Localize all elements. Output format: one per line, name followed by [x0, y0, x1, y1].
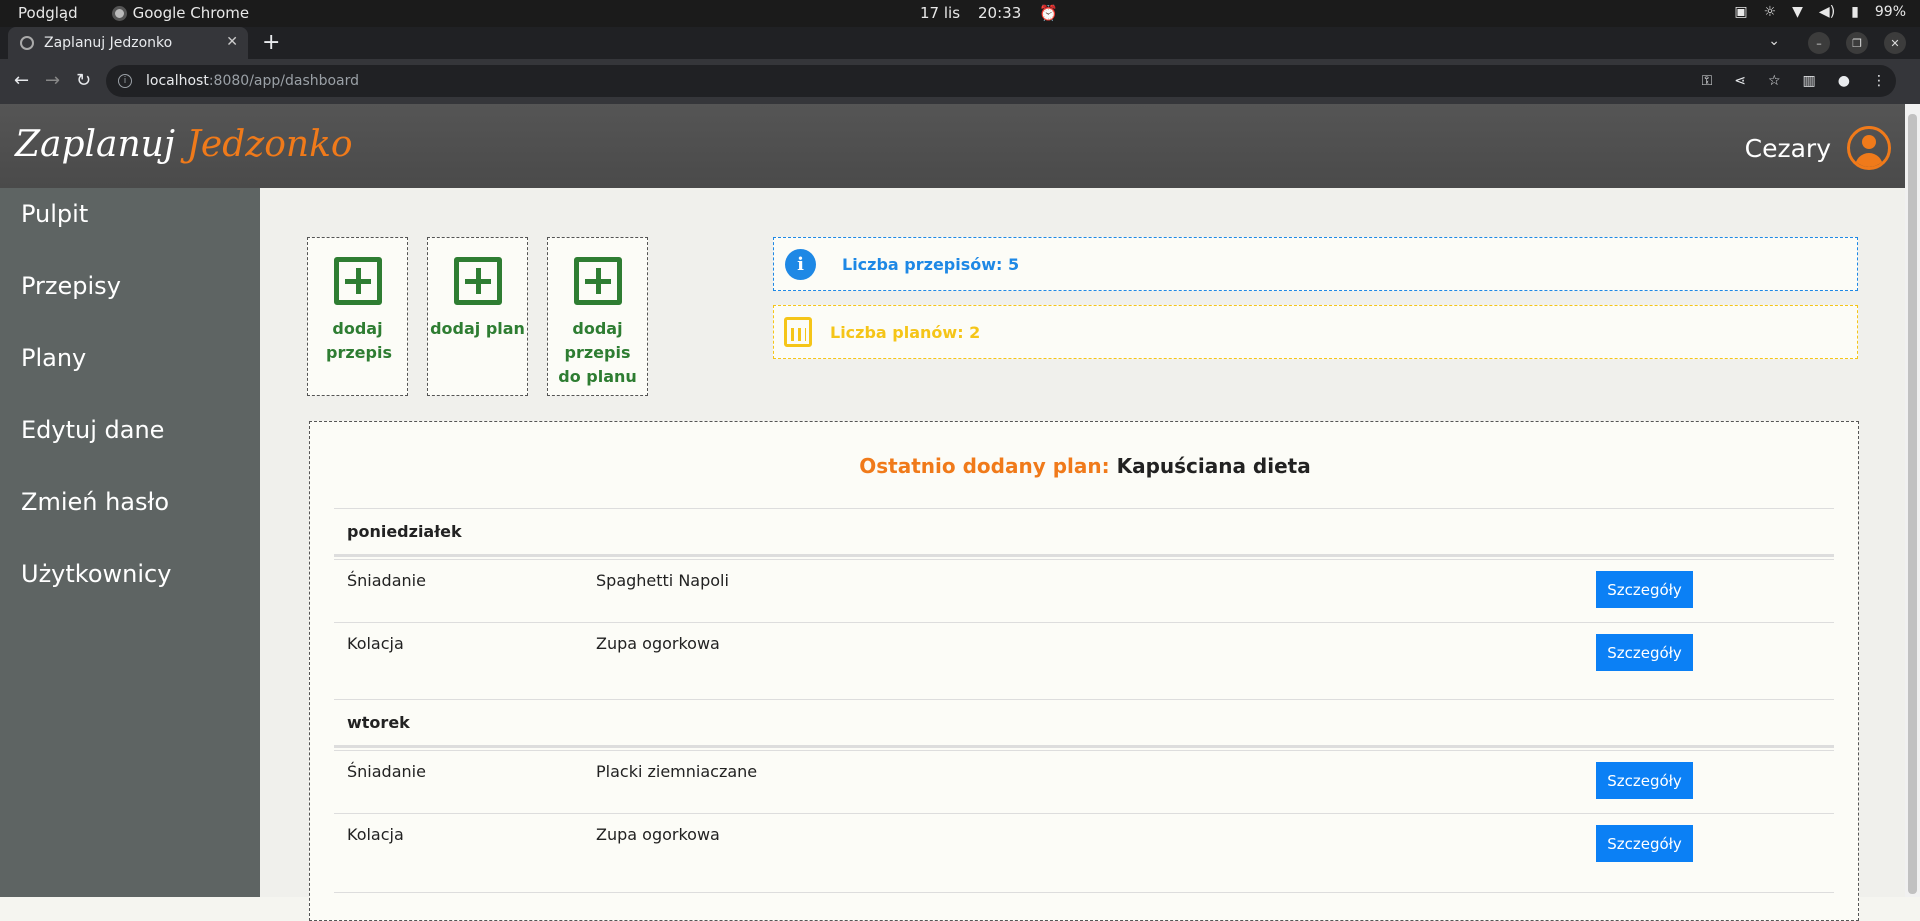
plus-square-icon — [333, 257, 382, 305]
meal-name: Śniadanie — [347, 762, 426, 781]
calendar-icon — [784, 317, 812, 347]
wifi-icon: ▼ — [1792, 4, 1803, 20]
table-row: Kolacja Zupa ogorkowa Szczegóły — [334, 622, 1834, 685]
username: Cezary — [1744, 133, 1831, 163]
plus-square-icon — [573, 257, 622, 305]
tile-label: dodaj przepis do planu — [558, 319, 637, 386]
plus-square-icon — [453, 257, 502, 305]
meal-name: Kolacja — [347, 825, 404, 844]
date: 17 lis — [920, 4, 961, 22]
last-plan-panel: Ostatnio dodany plan: Kapuściana dieta p… — [309, 421, 1859, 921]
sidebar-item-zmien-haslo[interactable]: Zmień hasło — [0, 476, 260, 548]
share-icon[interactable]: ⋖ — [1734, 73, 1746, 89]
plan-title: Ostatnio dodany plan: Kapuściana dieta — [310, 454, 1860, 478]
address-bar: ← → ↻ i localhost:8080/app/dashboard ⚿ ⋖… — [0, 59, 1920, 104]
back-icon[interactable]: ← — [14, 70, 29, 91]
plan-name: Kapuściana dieta — [1116, 454, 1311, 478]
network-icon: ▣ — [1734, 4, 1748, 20]
details-button[interactable]: Szczegóły — [1596, 762, 1693, 799]
details-button[interactable]: Szczegóły — [1596, 634, 1693, 671]
close-window-button[interactable]: ✕ — [1884, 32, 1906, 54]
add-recipe-to-plan-tile[interactable]: dodaj przepis do planu — [547, 237, 648, 396]
table-row: Kolacja Zupa ogorkowa Szczegóły — [334, 813, 1834, 876]
url-host: localhost — [146, 73, 209, 89]
recipe-name: Zupa ogorkowa — [596, 825, 720, 844]
forward-icon[interactable]: → — [45, 70, 60, 91]
sidebar-item-uzytkownicy[interactable]: Użytkownicy — [0, 548, 260, 620]
sidebar-item-plany[interactable]: Plany — [0, 332, 260, 404]
logo[interactable]: Zaplanuj Jedzonko — [15, 124, 353, 165]
table-row: Śniadanie Placki ziemniaczane Szczegóły — [334, 750, 1834, 813]
app-name: Google Chrome — [132, 4, 250, 22]
close-tab-icon[interactable]: ✕ — [226, 34, 238, 50]
tile-label: dodaj plan — [430, 319, 525, 338]
chrome-icon — [111, 5, 127, 21]
time: 20:33 — [978, 4, 1022, 22]
add-plan-tile[interactable]: dodaj plan — [427, 237, 528, 396]
recipe-count: Liczba przepisów: 5 — [842, 254, 1020, 274]
day-name: wtorek — [347, 713, 410, 732]
tab-strip: Zaplanuj Jedzonko ✕ + ⌄ – ❐ ✕ — [0, 27, 1920, 59]
tab-active[interactable]: Zaplanuj Jedzonko ✕ — [8, 27, 248, 59]
clock[interactable]: 17 lis 20:33 ⏰ — [920, 4, 1058, 22]
app-menu[interactable]: Google Chrome — [111, 4, 250, 22]
sidebar-item-przepisy[interactable]: Przepisy — [0, 260, 260, 332]
dashboard-main: dodaj przepis dodaj plan dodaj przepis d… — [260, 188, 1905, 921]
page-scrollbar[interactable] — [1905, 104, 1920, 897]
row-divider — [334, 892, 1834, 893]
plan-count: Liczba planów: 2 — [830, 322, 981, 342]
add-recipe-tile[interactable]: dodaj przepis — [307, 237, 408, 396]
bookmark-star-icon[interactable]: ☆ — [1768, 73, 1781, 89]
restore-button[interactable]: ❐ — [1846, 32, 1868, 54]
details-button[interactable]: Szczegóły — [1596, 825, 1693, 862]
scrollbar-thumb[interactable] — [1908, 114, 1917, 894]
plan-title-label: Ostatnio dodany plan: — [859, 454, 1110, 478]
details-button[interactable]: Szczegóły — [1596, 571, 1693, 608]
meal-name: Kolacja — [347, 634, 404, 653]
volume-icon: ◀) — [1818, 4, 1836, 20]
side-panel-icon[interactable]: ▥ — [1803, 73, 1816, 89]
url-field[interactable]: i localhost:8080/app/dashboard ⚿ ⋖ ☆ ▥ ●… — [106, 65, 1896, 97]
user-menu[interactable]: Cezary — [1745, 126, 1891, 170]
tile-label: dodaj przepis — [326, 319, 392, 362]
day-name: poniedziałek — [347, 522, 462, 541]
sidebar-item-edytuj-dane[interactable]: Edytuj dane — [0, 404, 260, 476]
new-tab-button[interactable]: + — [262, 30, 280, 55]
sidebar: Pulpit Przepisy Plany Edytuj dane Zmień … — [0, 188, 260, 897]
meal-name: Śniadanie — [347, 571, 426, 590]
app-header: Zaplanuj Jedzonko Cezary — [0, 104, 1905, 188]
site-info-icon[interactable]: i — [118, 74, 132, 88]
system-tray[interactable]: ▣ ☼ ▼ ◀) ▮ 99% — [1734, 4, 1906, 20]
globe-icon — [20, 36, 34, 50]
menu-kebab-icon[interactable]: ⋮ — [1872, 73, 1886, 89]
brightness-icon: ☼ — [1763, 4, 1777, 20]
url-path: :8080/app/dashboard — [208, 73, 360, 89]
tab-search-icon[interactable]: ⌄ — [1768, 33, 1780, 49]
day-header: wtorek — [334, 699, 1834, 748]
logo-main: Zaplanuj — [15, 124, 176, 165]
recipe-name: Spaghetti Napoli — [596, 571, 729, 590]
recipe-name: Zupa ogorkowa — [596, 634, 720, 653]
key-icon[interactable]: ⚿ — [1702, 73, 1713, 89]
day-header: poniedziałek — [334, 508, 1834, 557]
alarm-icon: ⏰ — [1039, 4, 1058, 22]
user-avatar-icon[interactable] — [1847, 126, 1891, 170]
logo-accent: Jedzonko — [186, 124, 353, 165]
battery-level: 99% — [1874, 4, 1906, 20]
recipe-name: Placki ziemniaczane — [596, 762, 758, 781]
os-top-bar: Podgląd Google Chrome 17 lis 20:33 ⏰ ▣ ☼… — [0, 0, 1920, 27]
plan-count-box: Liczba planów: 2 — [773, 305, 1858, 359]
minimize-button[interactable]: – — [1808, 32, 1830, 54]
info-icon: i — [785, 248, 816, 280]
reload-icon[interactable]: ↻ — [76, 70, 91, 91]
profile-icon[interactable]: ● — [1838, 73, 1850, 89]
battery-icon: ▮ — [1851, 4, 1859, 20]
activities-button[interactable]: Podgląd — [18, 4, 78, 22]
table-row: Śniadanie Spaghetti Napoli Szczegóły — [334, 559, 1834, 622]
recipe-count-box: i Liczba przepisów: 5 — [773, 237, 1858, 291]
tab-title: Zaplanuj Jedzonko — [44, 35, 173, 51]
sidebar-item-pulpit[interactable]: Pulpit — [0, 188, 260, 260]
